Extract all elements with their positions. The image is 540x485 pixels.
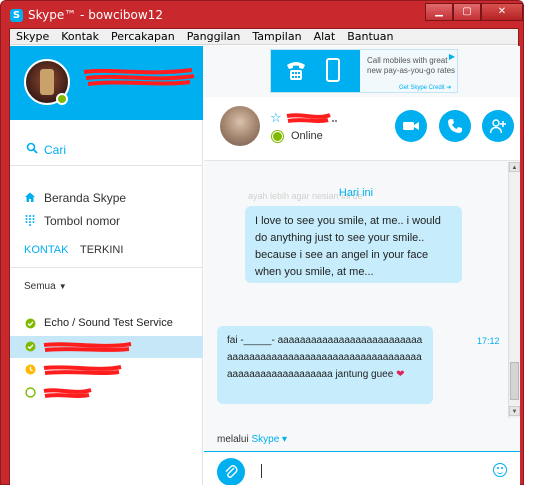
message-history[interactable]: ayah lebih agar nesian ini de Hari ini I… <box>204 162 508 418</box>
redacted-contact-name <box>43 342 132 352</box>
redacted-contact-name <box>43 388 92 398</box>
video-camera-icon <box>403 122 419 130</box>
redacted-contact-name <box>43 365 122 375</box>
contact-item[interactable] <box>10 382 203 404</box>
menu-bantuan[interactable]: Bantuan <box>347 29 393 44</box>
contact-avatar[interactable] <box>220 106 260 146</box>
mobile-phone-icon <box>326 58 340 82</box>
contact-item[interactable] <box>10 359 203 381</box>
menu-percakapan[interactable]: Percakapan <box>111 29 175 44</box>
offline-status-icon <box>25 387 36 398</box>
minimize-button[interactable]: ▁ <box>425 3 453 21</box>
ad-link[interactable]: Get Skype Credit ➜ <box>399 84 451 91</box>
dialpad-icon <box>25 215 35 226</box>
skype-window: S Skype™ - bowcibow12 ▁ ▢ ✕ Skype Kontak… <box>0 0 524 485</box>
left-panel: Cari Beranda Skype Tombol nomor KONTAK T… <box>10 46 203 485</box>
emoticon-icon[interactable] <box>493 463 507 477</box>
profile-status-icon <box>56 93 68 105</box>
menu-skype[interactable]: Skype <box>16 29 49 44</box>
window-client: Skype Kontak Percakapan Panggilan Tampil… <box>9 28 520 485</box>
message-bubble-incoming[interactable]: fai -_____- aaaaaaaaaaaaaaaaaaaaaaaaaaaa… <box>217 326 433 404</box>
add-contact-button[interactable] <box>482 110 514 142</box>
contact-status-text: Online <box>291 130 323 142</box>
message-bubble-outgoing[interactable]: I love to see you smile, at me.. i would… <box>245 206 462 283</box>
message-text: I love to see you smile, at me.. i would… <box>255 215 441 278</box>
send-via-selector[interactable]: melalui Skype ▾ <box>217 434 287 445</box>
contact-item-selected[interactable] <box>10 336 203 358</box>
online-status-icon <box>25 318 36 329</box>
close-button[interactable]: ✕ <box>481 3 523 21</box>
redacted-profile-name <box>83 68 195 86</box>
window-controls: ▁ ▢ ✕ <box>425 3 523 21</box>
menu-tampilan[interactable]: Tampilan <box>252 29 301 44</box>
away-status-icon <box>25 364 36 375</box>
title-bar[interactable]: S Skype™ - bowcibow12 ▁ ▢ ✕ <box>1 1 523 28</box>
filter-label: Semua <box>24 281 56 292</box>
message-timestamp: 17:12 <box>477 336 500 346</box>
menu-kontak[interactable]: Kontak <box>61 29 99 44</box>
date-separator: Hari ini <box>338 187 374 199</box>
contact-filter-dropdown[interactable]: Semua ▼ <box>24 281 67 292</box>
contact-name: Echo / Sound Test Service <box>44 317 173 329</box>
tab-kontak[interactable]: KONTAK <box>24 244 68 256</box>
divider <box>10 267 203 268</box>
scroll-down-button[interactable]: ▼ <box>509 406 520 416</box>
contact-item[interactable]: Echo / Sound Test Service <box>10 313 203 335</box>
message-text: fai -_____- aaaaaaaaaaaaaaaaaaaaaaaaaaaa… <box>227 335 423 380</box>
maximize-button[interactable]: ▢ <box>453 3 481 21</box>
scroll-thumb[interactable] <box>510 362 519 400</box>
message-compose-area[interactable] <box>204 451 520 485</box>
divider <box>10 165 203 166</box>
home-icon <box>25 192 35 202</box>
online-status-icon <box>272 131 283 142</box>
message-scrollbar[interactable]: ▲ ▼ <box>508 162 520 418</box>
menu-bar: Skype Kontak Percakapan Panggilan Tampil… <box>10 29 518 45</box>
heart-emoticon-icon: ❤ <box>396 369 405 380</box>
ad-info-icon[interactable]: ▶ <box>449 52 455 61</box>
favorite-star-icon[interactable]: ☆ <box>270 110 282 126</box>
video-call-button[interactable] <box>395 110 427 142</box>
ad-text: Call mobiles with great new pay-as-you-g… <box>367 56 456 75</box>
tab-terkini[interactable]: TERKINI <box>80 244 123 256</box>
profile-header[interactable] <box>10 46 203 120</box>
search-placeholder: Cari <box>44 143 67 157</box>
ad-illustration <box>271 50 360 92</box>
menu-alat[interactable]: Alat <box>314 29 336 44</box>
scroll-up-button[interactable]: ▲ <box>509 162 520 172</box>
nav-label: Beranda Skype <box>44 191 127 205</box>
via-service: Skype ▾ <box>251 434 288 445</box>
nav-label: Tombol nomor <box>44 214 121 228</box>
voice-call-button[interactable] <box>439 110 471 142</box>
contact-tabs: KONTAK TERKINI <box>24 244 199 264</box>
skype-logo-icon: S <box>10 9 23 22</box>
search-box[interactable]: Cari <box>10 136 203 162</box>
conversation-header: ☆ Online <box>204 97 520 161</box>
chevron-down-icon: ▼ <box>58 282 67 291</box>
skype-credit-ad[interactable]: Call mobiles with great new pay-as-you-g… <box>270 49 458 93</box>
menu-panggilan[interactable]: Panggilan <box>187 29 241 44</box>
attach-button[interactable] <box>217 458 245 485</box>
add-person-icon <box>489 119 506 134</box>
text-cursor <box>261 464 262 478</box>
paperclip-icon <box>225 465 238 478</box>
nav-beranda-skype[interactable]: Beranda Skype <box>24 189 199 207</box>
via-label: melalui <box>217 434 249 445</box>
online-status-icon <box>25 341 36 352</box>
search-icon <box>26 142 38 154</box>
phone-icon <box>448 119 462 133</box>
window-title: Skype™ - bowcibow12 <box>28 8 163 22</box>
phone-icon <box>287 62 305 80</box>
redacted-contact-name <box>286 113 337 123</box>
conversation-panel: Call mobiles with great new pay-as-you-g… <box>204 46 520 485</box>
nav-tombol-nomor[interactable]: Tombol nomor <box>24 212 199 230</box>
